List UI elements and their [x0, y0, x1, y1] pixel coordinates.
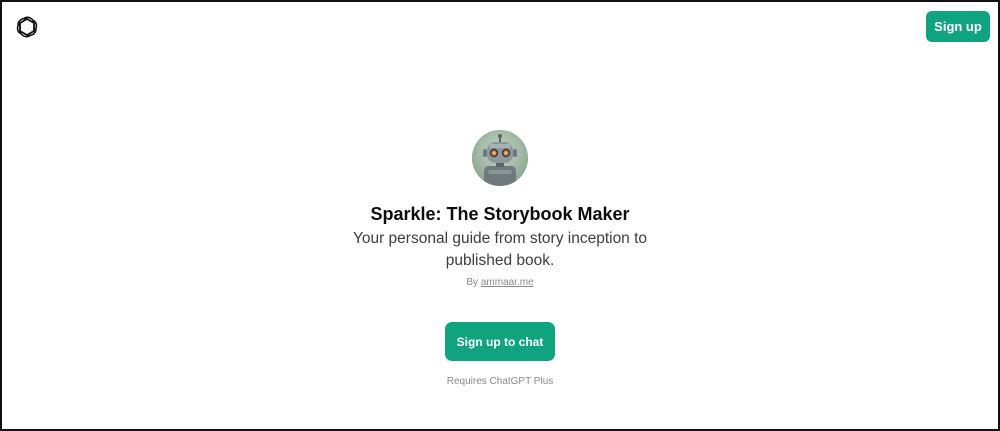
gpt-title: Sparkle: The Storybook Maker	[370, 204, 630, 224]
signup-to-chat-button[interactable]: Sign up to chat	[445, 322, 555, 361]
openai-logo-icon[interactable]	[14, 14, 40, 40]
by-prefix: By	[466, 277, 479, 288]
author-link[interactable]: ammaar.me	[481, 277, 534, 288]
page-frame: Sign up Sparkle: The Storybook Maker You…	[0, 0, 1000, 431]
author-byline: By ammaar.me	[466, 276, 533, 290]
header: Sign up	[2, 2, 998, 54]
requirement-note: Requires ChatGPT Plus	[446, 376, 554, 387]
signup-button[interactable]: Sign up	[926, 11, 990, 42]
gpt-profile: Sparkle: The Storybook Maker Your person…	[2, 130, 998, 389]
gpt-description: Your personal guide from story inception…	[352, 230, 648, 269]
robot-avatar	[472, 130, 528, 186]
